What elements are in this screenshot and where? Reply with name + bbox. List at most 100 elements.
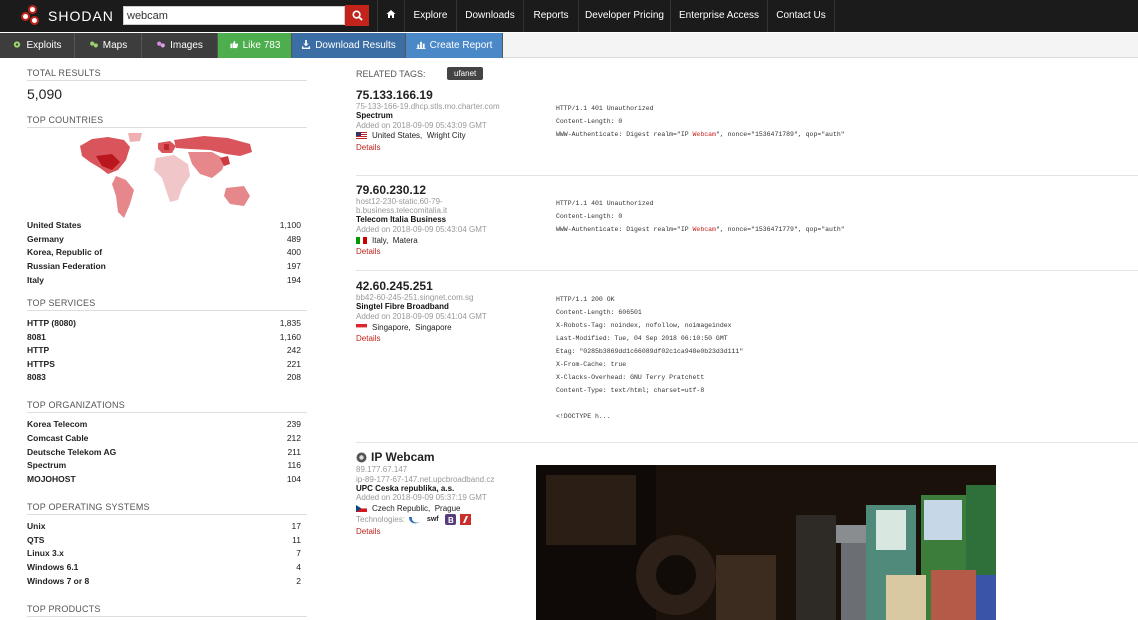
framework-icon bbox=[459, 514, 471, 525]
top-organizations-heading: TOP ORGANIZATIONS bbox=[27, 400, 307, 413]
related-tag[interactable]: ufanet bbox=[447, 67, 484, 80]
create-report-button[interactable]: Create Report bbox=[406, 33, 503, 58]
exploits-label: Exploits bbox=[26, 40, 62, 51]
country-row[interactable]: United States 1,100 bbox=[27, 220, 301, 230]
svg-text:B: B bbox=[448, 516, 454, 525]
organization-row[interactable]: MOJOHOST 104 bbox=[27, 474, 301, 484]
country-row[interactable]: Germany 489 bbox=[27, 234, 301, 244]
top-navbar: SHODAN Explore Downloads Reports Develop… bbox=[0, 0, 1138, 32]
service-row[interactable]: 8083 208 bbox=[27, 372, 301, 382]
service-row[interactable]: HTTP (8080) 1,835 bbox=[27, 318, 301, 328]
result-separator bbox=[356, 442, 1138, 443]
search-input[interactable] bbox=[123, 6, 345, 25]
world-map[interactable] bbox=[78, 132, 258, 222]
country-row[interactable]: Italy 194 bbox=[27, 275, 301, 285]
result-title[interactable]: IP Webcam bbox=[356, 450, 435, 464]
result-organization[interactable]: Telecom Italia Business bbox=[356, 215, 446, 224]
os-row[interactable]: Linux 3.x 7 bbox=[27, 548, 301, 558]
result-banner: HTTP/1.1 401 Unauthorized Content-Length… bbox=[556, 200, 845, 233]
service-row[interactable]: HTTP 242 bbox=[27, 345, 301, 355]
create-report-label: Create Report bbox=[429, 40, 493, 51]
nav-developer-pricing[interactable]: Developer Pricing bbox=[578, 0, 670, 32]
us-flag-icon bbox=[356, 132, 367, 139]
action-toolbar: Exploits Maps Images Like 783 Download R… bbox=[0, 33, 1138, 58]
organization-row[interactable]: Comcast Cable 212 bbox=[27, 433, 301, 443]
total-results-value: 5,090 bbox=[27, 86, 63, 102]
result-hostname: ip-89-177-67-147.net.upcbroadband.cz bbox=[356, 475, 495, 484]
top-countries-heading: TOP COUNTRIES bbox=[27, 115, 307, 128]
result-separator bbox=[356, 175, 1138, 176]
result-details-link[interactable]: Details bbox=[356, 334, 380, 343]
images-button[interactable]: Images bbox=[142, 33, 218, 58]
nav-explore[interactable]: Explore bbox=[404, 0, 456, 32]
os-row[interactable]: Windows 6.1 4 bbox=[27, 562, 301, 572]
country-row[interactable]: Russian Federation 197 bbox=[27, 261, 301, 271]
maps-icon bbox=[89, 41, 98, 48]
top-services-heading: TOP SERVICES bbox=[27, 298, 307, 311]
italy-flag-icon bbox=[356, 237, 367, 244]
top-products-heading: TOP PRODUCTS bbox=[27, 604, 307, 617]
result-location[interactable]: United States, Wright City bbox=[356, 131, 466, 140]
os-row[interactable]: QTS 11 bbox=[27, 535, 301, 545]
images-icon bbox=[157, 41, 165, 48]
jquery-icon bbox=[408, 516, 420, 523]
result-details-link[interactable]: Details bbox=[356, 143, 380, 152]
home-icon bbox=[386, 10, 396, 18]
result-ip[interactable]: 75.133.166.19 bbox=[356, 88, 433, 102]
bootstrap-icon: B bbox=[444, 514, 456, 525]
organization-row[interactable]: Deutsche Telekom AG 211 bbox=[27, 447, 301, 457]
czech-flag-icon bbox=[356, 505, 367, 512]
search-button[interactable] bbox=[345, 5, 369, 26]
exploits-button[interactable]: Exploits bbox=[0, 33, 75, 58]
result-details-link[interactable]: Details bbox=[356, 527, 380, 536]
nav-contact-us[interactable]: Contact Us bbox=[767, 0, 835, 32]
shodan-logo-icon bbox=[20, 5, 42, 27]
country-row[interactable]: Korea, Republic of 400 bbox=[27, 247, 301, 257]
like-button[interactable]: Like 783 bbox=[218, 33, 292, 58]
result-hostname: 75-133-166-19.dhcp.stls.mo.charter.com bbox=[356, 102, 500, 111]
service-row[interactable]: 8081 1,160 bbox=[27, 332, 301, 342]
maps-label: Maps bbox=[102, 40, 128, 51]
related-tags-label: RELATED TAGS: bbox=[356, 69, 426, 79]
result-location[interactable]: Italy, Matera bbox=[356, 236, 418, 245]
result-ip[interactable]: 89.177.67.147 bbox=[356, 465, 526, 474]
organization-row[interactable]: Korea Telecom 239 bbox=[27, 419, 301, 429]
result-separator bbox=[356, 270, 1138, 271]
result-added-date: Added on 2018-09-09 05:37:19 GMT bbox=[356, 493, 487, 502]
shodan-logo[interactable]: SHODAN bbox=[20, 5, 114, 27]
webcam-icon bbox=[356, 452, 367, 462]
download-icon bbox=[302, 40, 311, 49]
result-organization[interactable]: UPC Ceska republika, a.s. bbox=[356, 484, 454, 493]
app-name: SHODAN bbox=[48, 8, 114, 24]
result-location[interactable]: Singapore, Singapore bbox=[356, 323, 452, 332]
search-icon bbox=[351, 10, 363, 21]
download-results-button[interactable]: Download Results bbox=[292, 33, 406, 58]
nav-downloads[interactable]: Downloads bbox=[456, 0, 523, 32]
result-ip[interactable]: 42.60.245.251 bbox=[356, 279, 433, 293]
webcam-screenshot-image bbox=[536, 465, 996, 620]
webcam-screenshot[interactable] bbox=[536, 465, 996, 620]
result-added-date: Added on 2018-09-09 05:43:04 GMT bbox=[356, 225, 487, 234]
service-row[interactable]: HTTPS 221 bbox=[27, 359, 301, 369]
thumbs-up-icon bbox=[229, 40, 238, 49]
result-ip[interactable]: 79.60.230.12 bbox=[356, 183, 426, 197]
result-technologies: Technologies: swf B bbox=[356, 514, 471, 525]
result-added-date: Added on 2018-09-09 05:41:04 GMT bbox=[356, 312, 487, 321]
nav-enterprise-access[interactable]: Enterprise Access bbox=[670, 0, 767, 32]
result-hostname: bb42-60-245-251.singnet.com.sg bbox=[356, 293, 474, 302]
result-organization[interactable]: Singtel Fibre Broadband bbox=[356, 302, 449, 311]
singapore-flag-icon bbox=[356, 324, 367, 331]
result-organization[interactable]: Spectrum bbox=[356, 111, 393, 120]
home-button[interactable] bbox=[377, 0, 404, 32]
result-added-date: Added on 2018-09-09 05:43:09 GMT bbox=[356, 121, 487, 130]
maps-button[interactable]: Maps bbox=[75, 33, 142, 58]
nav-reports[interactable]: Reports bbox=[523, 0, 578, 32]
download-results-label: Download Results bbox=[315, 40, 396, 51]
result-hostname: host12-230-static.60-79-b.business.telec… bbox=[356, 197, 448, 215]
os-row[interactable]: Unix 17 bbox=[27, 521, 301, 531]
os-row[interactable]: Windows 7 or 82 bbox=[27, 576, 301, 586]
organization-row[interactable]: Spectrum 116 bbox=[27, 460, 301, 470]
result-location[interactable]: Czech Republic, Prague bbox=[356, 504, 461, 513]
result-details-link[interactable]: Details bbox=[356, 247, 380, 256]
result-banner: HTTP/1.1 401 Unauthorized Content-Length… bbox=[556, 105, 845, 138]
